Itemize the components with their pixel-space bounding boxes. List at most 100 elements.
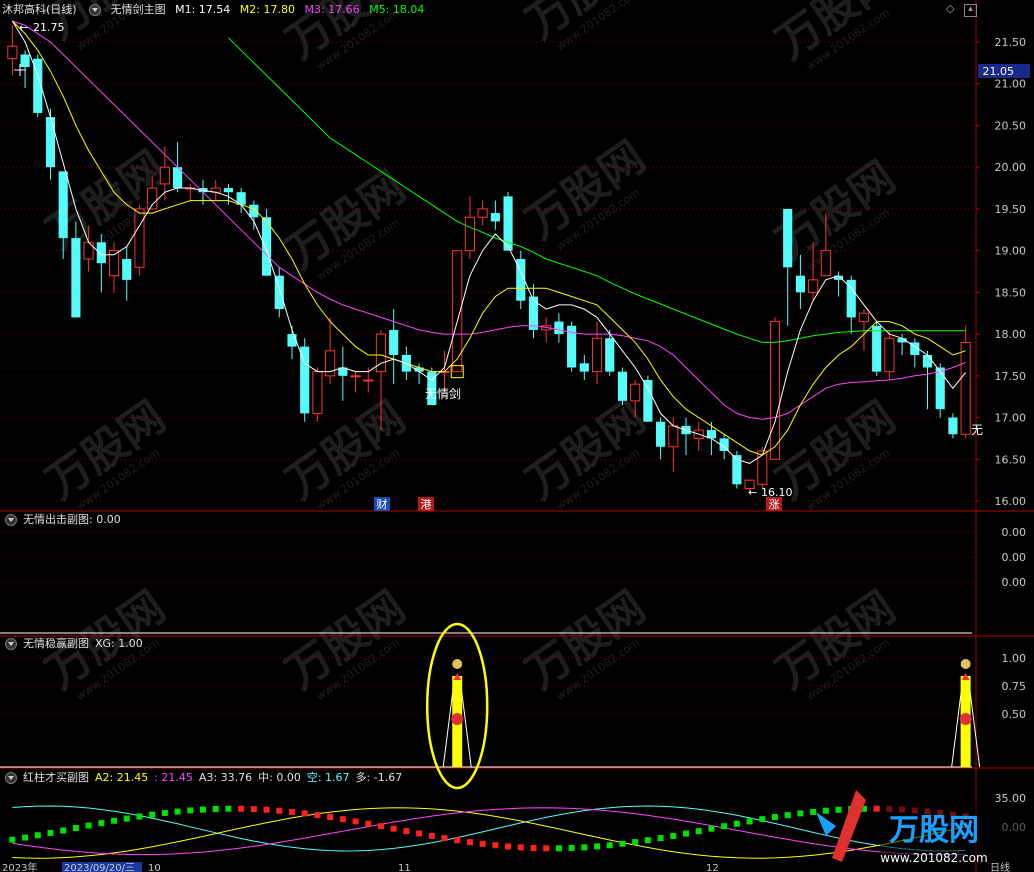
badge-gang: 港 bbox=[421, 498, 432, 511]
sub3-yellow-line bbox=[12, 807, 966, 859]
price-axis-label: 20.50 bbox=[995, 119, 1027, 132]
sub3-dot bbox=[873, 805, 880, 812]
sub3-cyan-line bbox=[12, 805, 966, 852]
sub3-kong: 空: 1.67 bbox=[306, 771, 350, 784]
candle-body-up bbox=[134, 208, 145, 268]
sub3-dot bbox=[263, 806, 270, 813]
candle-body-down bbox=[554, 321, 564, 335]
sub3-dot bbox=[517, 844, 524, 851]
candle-body-up bbox=[147, 187, 158, 210]
sub3-dot bbox=[403, 828, 410, 835]
watermark-tile: 万股网www.201082.com bbox=[517, 0, 654, 53]
time-axis-label: 2023年 bbox=[2, 861, 37, 872]
candle-body-down bbox=[71, 238, 81, 318]
watermark-tile: 万股网www.201082.com bbox=[517, 582, 654, 704]
m5-label: M5: 18.04 bbox=[369, 3, 425, 16]
sub3-dot bbox=[822, 807, 829, 814]
sub3-dot bbox=[250, 806, 257, 813]
watermark-tile: 万股网www.201082.com bbox=[517, 132, 654, 254]
signal-label: 无情剑 bbox=[425, 386, 461, 401]
sub3-dot bbox=[72, 825, 79, 832]
sub3-dot bbox=[22, 834, 29, 841]
sub3-dot bbox=[428, 832, 435, 839]
candle-body-down bbox=[605, 338, 615, 372]
candle-body-down bbox=[579, 363, 589, 372]
candle-body-up bbox=[884, 337, 895, 373]
sub3-dot bbox=[505, 843, 512, 850]
sub2-header: 无情稳赢副图 XG: 1.00 bbox=[2, 636, 149, 652]
price-axis-label: 16.50 bbox=[995, 453, 1027, 466]
sub3-dot bbox=[594, 843, 601, 850]
candle-body-up bbox=[757, 450, 768, 485]
sub3-zhong: 中: 0.00 bbox=[258, 771, 301, 784]
sub3-duo: 多: -1.67 bbox=[355, 771, 403, 784]
sub3-dot bbox=[606, 842, 613, 849]
candle-body-up bbox=[312, 371, 323, 414]
m3-label: M3: 17.66 bbox=[304, 3, 360, 16]
sub2-title[interactable]: 无情稳赢副图 bbox=[23, 637, 89, 650]
high-arrow: ← bbox=[19, 21, 28, 34]
sub3-dot bbox=[479, 840, 486, 847]
low-arrow: ← bbox=[748, 486, 757, 499]
stock-name[interactable]: 沐邦高科(日线) bbox=[2, 3, 77, 16]
candle-body-up bbox=[820, 250, 831, 277]
sub3-v2: : 21.45 bbox=[154, 771, 193, 784]
sub3-dot bbox=[644, 837, 651, 844]
sub1-menu-icon[interactable] bbox=[5, 514, 17, 526]
price-axis-label: 19.00 bbox=[995, 245, 1027, 258]
time-axis-label: 2023/09/20/三 bbox=[64, 863, 135, 872]
sub3-dot bbox=[212, 805, 219, 812]
sub3-menu-icon[interactable] bbox=[5, 772, 17, 784]
sub3-dot bbox=[34, 832, 41, 839]
candle-body-up bbox=[668, 425, 679, 448]
price-axis-label: 17.50 bbox=[995, 370, 1027, 383]
red-ball-icon bbox=[451, 713, 464, 725]
watermark-tile: 万股网www.201082.com bbox=[37, 392, 174, 514]
indicator-menu-icon[interactable] bbox=[89, 4, 102, 16]
price-axis-label: 18.50 bbox=[995, 286, 1027, 299]
time-axis-label: 10 bbox=[148, 863, 161, 872]
sub3-dot bbox=[632, 839, 639, 846]
sub1-axis-label: 0.00 bbox=[1002, 526, 1027, 539]
sub3-dot bbox=[238, 805, 245, 812]
sub3-dot bbox=[657, 835, 664, 842]
candle-body-down bbox=[274, 275, 284, 310]
sub3-dot bbox=[47, 829, 54, 836]
candle-body-down bbox=[389, 329, 399, 355]
price-axis-label: 19.50 bbox=[995, 203, 1027, 216]
sub1-header: 无情出击副图: 0.00 bbox=[2, 512, 127, 528]
sub3-dot bbox=[835, 806, 842, 813]
sub3-dot bbox=[60, 827, 67, 834]
sub3-dot bbox=[771, 814, 778, 821]
collapse-icon[interactable]: ▴ bbox=[964, 4, 977, 17]
candle-body-down bbox=[872, 325, 882, 372]
sub3-dot bbox=[327, 814, 334, 821]
price-axis-label: 17.00 bbox=[995, 412, 1027, 425]
logo-arrow-icon bbox=[832, 790, 866, 862]
sub1-title[interactable]: 无情出击副图 bbox=[23, 513, 89, 526]
sub2-axis-label: 1.00 bbox=[1002, 652, 1027, 665]
diamond-icon[interactable]: ◇ bbox=[946, 2, 954, 15]
money-bag-icon bbox=[452, 659, 463, 669]
sub3-dot bbox=[568, 844, 575, 851]
candle-body-down bbox=[58, 171, 68, 239]
candle-body-down bbox=[249, 204, 259, 218]
sub3-dot bbox=[581, 844, 588, 851]
sub3-dot bbox=[390, 825, 397, 832]
candle-body-down bbox=[300, 346, 310, 414]
sub2-menu-icon[interactable] bbox=[5, 638, 17, 650]
time-axis-label: 11 bbox=[398, 863, 411, 872]
period-label: 日线 bbox=[990, 861, 1010, 872]
sub3-title[interactable]: 红柱才买副图 bbox=[23, 771, 89, 784]
money-bag-icon bbox=[960, 659, 971, 669]
main-indicator-name[interactable]: 无情剑主图 bbox=[111, 3, 166, 16]
sub3-dot bbox=[797, 810, 804, 817]
sub3-dot bbox=[454, 837, 461, 844]
candle-body-up bbox=[960, 341, 971, 435]
candle-body-up bbox=[350, 375, 361, 378]
sub2-axis-label: 0.50 bbox=[1002, 708, 1027, 721]
sub1-axis-label: 0.00 bbox=[1002, 576, 1027, 589]
candle-body-down bbox=[122, 258, 132, 280]
sub3-dot bbox=[98, 820, 105, 827]
candle-body-down bbox=[617, 371, 628, 401]
